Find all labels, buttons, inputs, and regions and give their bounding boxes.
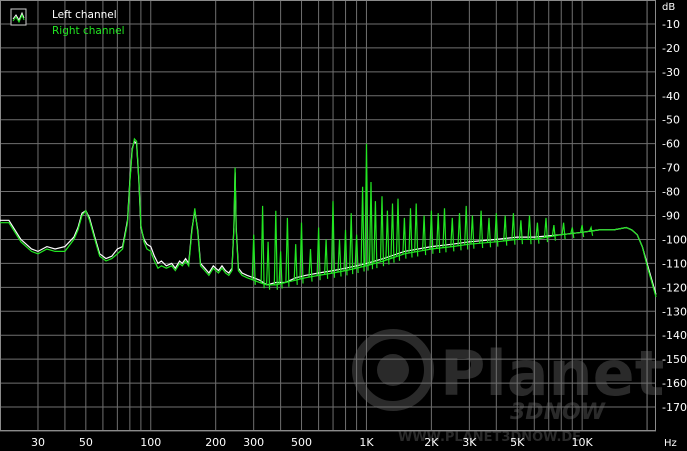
y-tick-label: -40	[662, 90, 680, 103]
x-tick-label: 100	[140, 436, 161, 449]
y-tick-label: -50	[662, 114, 680, 127]
x-tick-label: 200	[205, 436, 226, 449]
x-unit-label: Hz	[664, 438, 677, 449]
x-tick-label: 300	[243, 436, 264, 449]
y-tick-label: -90	[662, 210, 680, 223]
watermark-subtext: 3DNOW	[510, 400, 607, 425]
y-tick-label: -160	[662, 377, 687, 390]
y-tick-label: -60	[662, 138, 680, 151]
x-tick-label: 50	[79, 436, 93, 449]
y-tick-label: -130	[662, 305, 687, 318]
y-tick-label: -10	[662, 18, 680, 31]
chart-series	[0, 137, 657, 298]
y-tick-label: -110	[662, 257, 687, 270]
y-tick-label: -150	[662, 353, 687, 366]
legend-entry: Right channel	[52, 25, 125, 37]
x-tick-label: 10K	[572, 436, 594, 449]
series-line-right-channel	[0, 137, 657, 298]
y-tick-label: -30	[662, 66, 680, 79]
y-axis: dB -10 -20 -30 -40 -50 -60 -70 -80 -90 -100 -110 -12…	[662, 2, 687, 414]
y-tick-label: -120	[662, 281, 687, 294]
series-spikes-right-channel	[251, 143, 594, 290]
x-tick-label: 3K	[462, 436, 477, 449]
y-tick-label: -170	[662, 401, 687, 414]
watermark-logo: Planet3DNOWWWW.PLANET3DNOW.DE	[352, 329, 664, 445]
frequency-response-chart: Planet 3DNOW WWW.PLANET3DNOW.DE dB -10 -20 -3…	[0, 0, 687, 451]
x-tick-label: 30	[31, 436, 45, 449]
y-tick-label: -80	[662, 186, 680, 199]
x-axis: 30 50 100 200 300 500 1K 2K 3K 5K 10K Hz	[31, 436, 677, 449]
x-tick-label: 500	[291, 436, 312, 449]
x-tick-label: 2K	[424, 436, 439, 449]
y-tick-label: -70	[662, 162, 680, 175]
x-tick-label: 1K	[359, 436, 374, 449]
legend-entry: Left channel	[52, 9, 117, 21]
y-tick-label: -20	[662, 42, 680, 55]
chart-legend: Left channel Right channel	[10, 8, 125, 37]
y-tick-label: -140	[662, 329, 687, 342]
y-unit-label: dB	[662, 2, 675, 13]
y-tick-label: -100	[662, 233, 687, 246]
chart-plot: Planet3DNOWWWW.PLANET3DNOW.DE dB -10 -20 -3…	[0, 0, 687, 449]
x-tick-label: 5K	[510, 436, 525, 449]
series-line-left-channel	[0, 140, 657, 295]
